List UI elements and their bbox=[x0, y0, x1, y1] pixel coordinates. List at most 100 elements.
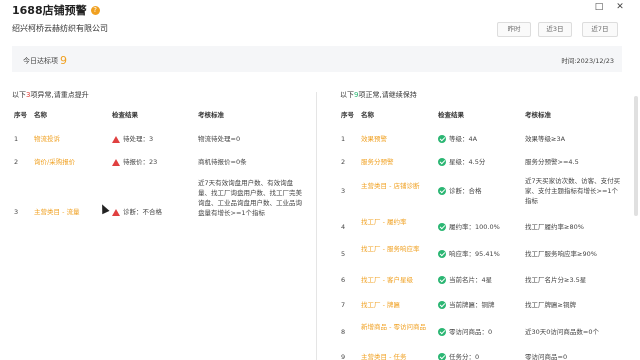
summary-label-group: 今日达标项 9 bbox=[23, 54, 67, 67]
check-circle-icon bbox=[438, 353, 446, 360]
left-row-2-name[interactable]: 询价/采购报价 bbox=[34, 157, 75, 167]
left-header-result: 检查结果 bbox=[112, 111, 138, 119]
right-row-6-no: 6 bbox=[341, 276, 346, 284]
right-row-9-result: 任务分：0 bbox=[438, 352, 479, 360]
right-row-9-result-text: 任务分：0 bbox=[449, 353, 480, 360]
normal-section-title: 以下9项正常,请继续保持 bbox=[340, 90, 417, 100]
left-row-3-result: 诊断：不合格 bbox=[112, 207, 162, 217]
check-circle-icon bbox=[438, 158, 446, 166]
left-row-1-result: 待处理：3 bbox=[112, 134, 153, 144]
left-row-2-standard: 商机待报价=0条 bbox=[198, 158, 247, 166]
warning-icon bbox=[112, 135, 120, 143]
maximize-icon[interactable]: □ bbox=[593, 2, 605, 12]
right-row-6-standard: 找工厂名片分≥3.5星 bbox=[525, 276, 587, 284]
right-header-no: 序号 bbox=[341, 111, 354, 119]
right-row-6-result: 当前名片：4星 bbox=[438, 275, 492, 285]
filter-yesterday-button[interactable]: 昨时 bbox=[497, 22, 531, 37]
right-row-4-no: 4 bbox=[341, 223, 346, 231]
right-header-name: 名称 bbox=[361, 111, 374, 119]
title-bar: 1688店铺预警 ? bbox=[12, 3, 100, 17]
right-row-9-standard: 零访问商品=0 bbox=[525, 353, 568, 360]
check-circle-icon bbox=[438, 187, 446, 195]
warning-icon bbox=[112, 158, 120, 166]
right-row-9-no: 9 bbox=[341, 353, 346, 360]
right-row-2-standard: 服务分预警>=4.5 bbox=[525, 158, 579, 166]
check-circle-icon bbox=[438, 276, 446, 284]
right-row-9-name[interactable]: 主营类目 - 任务 bbox=[361, 352, 433, 360]
left-row-1-no: 1 bbox=[14, 135, 19, 143]
help-icon[interactable]: ? bbox=[90, 5, 100, 15]
right-row-5-standard: 找工厂服务响应率≥90% bbox=[525, 250, 597, 258]
filter-3days-button[interactable]: 近3日 bbox=[538, 22, 572, 37]
right-row-8-name[interactable]: 新增商品 - 零访问商品 bbox=[361, 322, 431, 332]
left-row-3-name[interactable]: 主营类目 - 流量 bbox=[34, 207, 79, 217]
right-row-2-result-text: 星级：4.5分 bbox=[449, 158, 486, 166]
left-row-2-result-text: 待报价：23 bbox=[123, 158, 158, 166]
right-row-7-result-text: 当前牌匾：铜牌 bbox=[449, 301, 495, 309]
right-row-8-result: 零访问商品：0 bbox=[438, 327, 492, 337]
right-row-1-result-text: 等级：4A bbox=[449, 135, 478, 143]
abnormal-section-title: 以下3项异常,请重点提升 bbox=[12, 90, 89, 100]
right-row-5-result-text: 响应率：95.41% bbox=[449, 250, 500, 258]
filter-7days-button[interactable]: 近7日 bbox=[582, 22, 618, 37]
left-row-1-standard: 物流待处理=0 bbox=[198, 135, 241, 143]
right-row-1-no: 1 bbox=[341, 135, 346, 143]
right-row-8-result-text: 零访问商品：0 bbox=[449, 328, 493, 336]
right-row-1-result: 等级：4A bbox=[438, 134, 477, 144]
right-row-7-no: 7 bbox=[341, 301, 346, 309]
company-name: 绍兴柯桥云赫纺织有限公司 bbox=[12, 24, 108, 33]
right-row-8-no: 8 bbox=[341, 328, 346, 336]
left-row-3-result-text: 诊断：不合格 bbox=[123, 208, 162, 216]
right-row-6-name[interactable]: 找工厂 - 客户星级 bbox=[361, 275, 433, 285]
right-row-5-name[interactable]: 找工厂 - 服务响应率 bbox=[361, 244, 429, 254]
left-row-1-result-text: 待处理：3 bbox=[123, 135, 154, 143]
normal-title-prefix: 以下 bbox=[340, 91, 354, 99]
right-row-3-name[interactable]: 主营类目 - 店铺诊断 bbox=[361, 181, 431, 191]
left-row-3-no: 3 bbox=[14, 208, 19, 216]
left-row-2-result: 待报价：23 bbox=[112, 157, 157, 167]
abnormal-title-suffix: 项异常,请重点提升 bbox=[30, 91, 89, 99]
check-circle-icon bbox=[438, 250, 446, 258]
right-row-4-name[interactable]: 找工厂 - 履约率 bbox=[361, 217, 429, 227]
check-circle-icon bbox=[438, 328, 446, 336]
right-row-2-result: 星级：4.5分 bbox=[438, 157, 485, 167]
section-divider bbox=[316, 92, 317, 360]
check-circle-icon bbox=[438, 135, 446, 143]
left-row-1-name[interactable]: 物流投诉 bbox=[34, 134, 60, 144]
summary-label: 今日达标项 bbox=[23, 57, 58, 65]
left-row-3-standard: 近7天有效询盘用户数、有效询盘量、找工厂询盘用户数、找工厂完美询盘、工业品询盘用… bbox=[198, 179, 302, 217]
right-row-3-result: 诊断：合格 bbox=[438, 186, 482, 196]
right-row-2-name[interactable]: 服务分预警 bbox=[361, 157, 433, 167]
left-header-name: 名称 bbox=[34, 111, 47, 119]
right-row-7-result: 当前牌匾：铜牌 bbox=[438, 300, 495, 310]
summary-time: 时间:2023/12/23 bbox=[561, 57, 614, 65]
warning-icon bbox=[112, 208, 120, 216]
mouse-cursor bbox=[98, 202, 110, 215]
right-header-standard: 考核标准 bbox=[525, 111, 551, 119]
close-icon[interactable]: ✕ bbox=[614, 2, 626, 12]
left-row-2-no: 2 bbox=[14, 158, 19, 166]
check-circle-icon bbox=[438, 301, 446, 309]
right-row-7-standard: 找工厂牌匾≥铜牌 bbox=[525, 301, 576, 309]
scrollbar[interactable] bbox=[634, 96, 638, 216]
right-row-3-standard: 近7天买家访次数、访客、支付买家、支付主题指标有增长>=1个指标 bbox=[525, 177, 621, 205]
right-row-7-name[interactable]: 找工厂 - 牌匾 bbox=[361, 300, 433, 310]
check-circle-icon bbox=[438, 223, 446, 231]
left-header-standard: 考核标准 bbox=[198, 111, 224, 119]
right-row-5-no: 5 bbox=[341, 250, 346, 258]
right-row-6-result-text: 当前名片：4星 bbox=[449, 276, 493, 284]
right-row-4-result: 履约率：100.0% bbox=[438, 222, 500, 232]
right-row-1-standard: 效果等级≥3A bbox=[525, 135, 566, 143]
summary-count: 9 bbox=[60, 54, 67, 67]
alert-window: 1688店铺预警 ? □ ✕ 绍兴柯桥云赫纺织有限公司 昨时 近3日 近7日 今… bbox=[0, 0, 640, 360]
right-row-3-no: 3 bbox=[341, 187, 346, 195]
right-row-2-no: 2 bbox=[341, 158, 346, 166]
right-row-1-name[interactable]: 效果预警 bbox=[361, 134, 433, 144]
window-title: 1688店铺预警 bbox=[12, 4, 87, 17]
right-row-3-result-text: 诊断：合格 bbox=[449, 187, 482, 195]
right-row-4-result-text: 履约率：100.0% bbox=[449, 223, 500, 231]
left-header-no: 序号 bbox=[14, 111, 27, 119]
right-row-8-standard: 近30天0访问商品数=0个 bbox=[525, 328, 599, 336]
right-row-4-standard: 找工厂履约率≥80% bbox=[525, 223, 584, 231]
normal-title-suffix: 项正常,请继续保持 bbox=[358, 91, 417, 99]
